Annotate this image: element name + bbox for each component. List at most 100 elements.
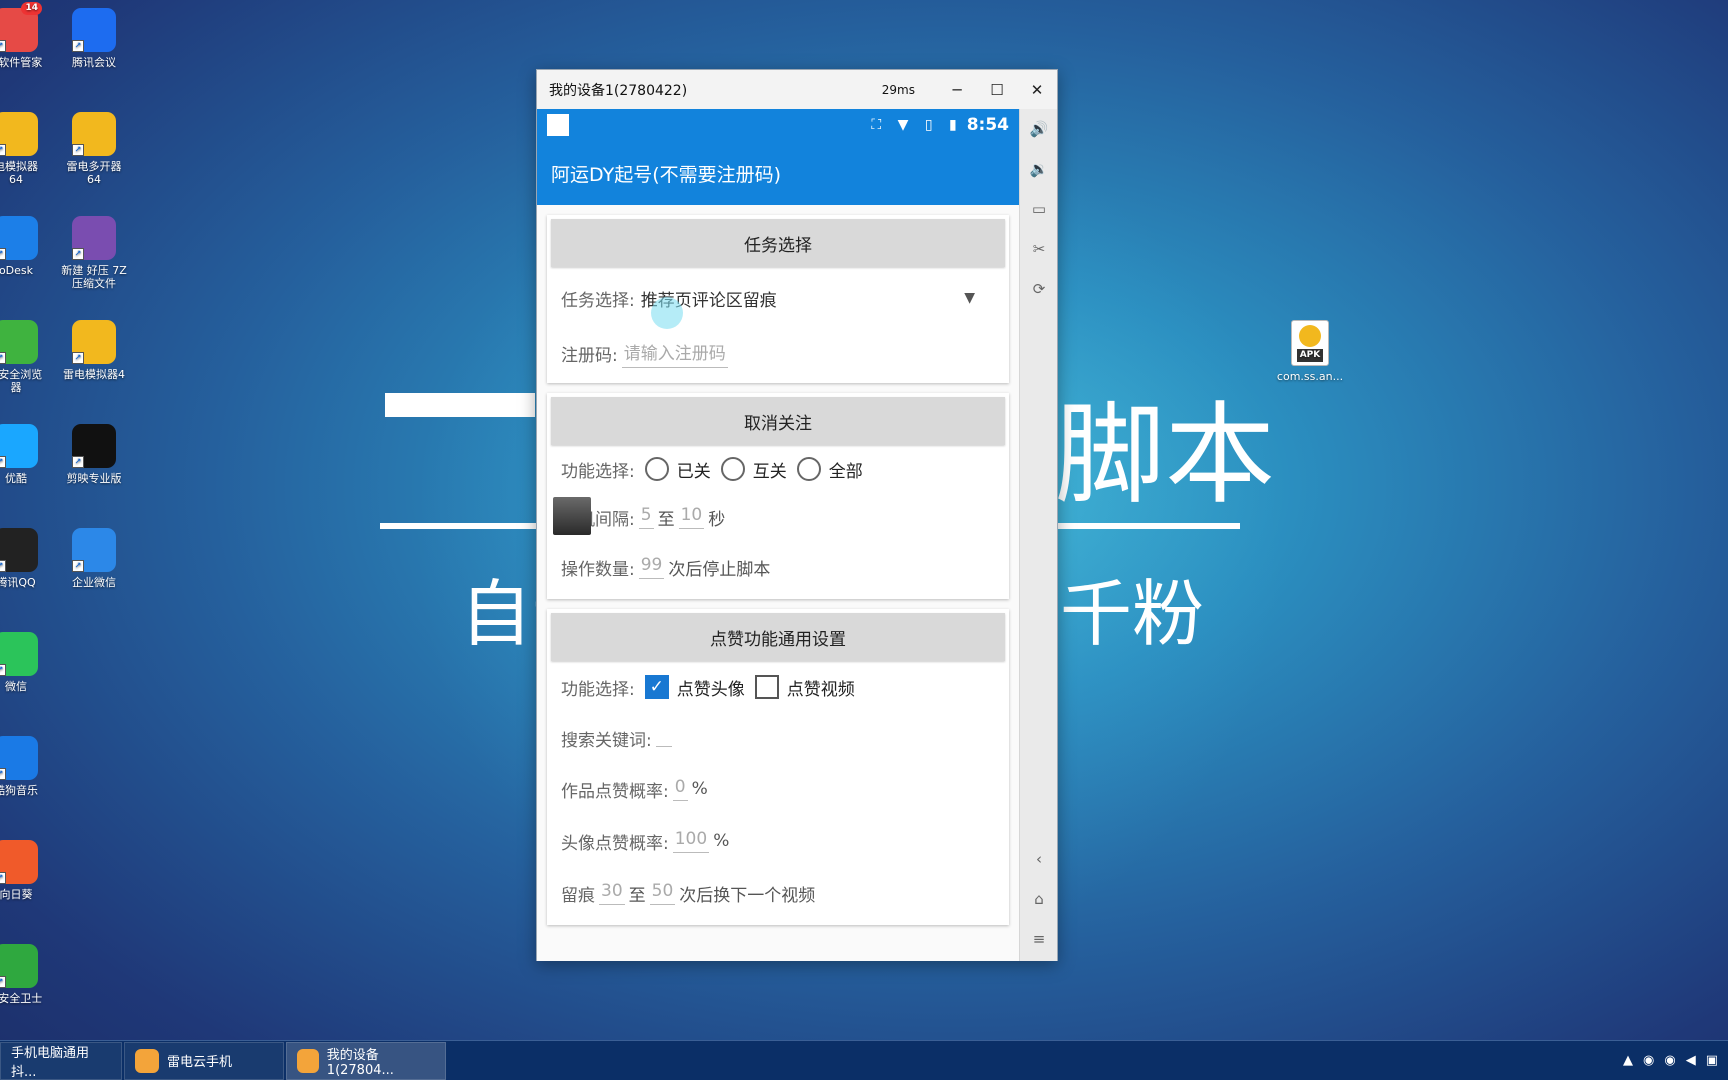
like-card: 点赞功能通用设置 功能选择: ✓ 点赞头像 点赞视频 搜索关键词: 作品点赞概率:… bbox=[547, 609, 1009, 925]
count-input[interactable]: 99 bbox=[638, 555, 665, 579]
app-icon: ↗ bbox=[0, 632, 38, 676]
desktop-icon[interactable]: ↗ 14 D软件管家 bbox=[0, 2, 54, 69]
desktop-icon-label: 电模拟器 64 bbox=[0, 160, 38, 186]
like-video-checkbox[interactable] bbox=[754, 675, 779, 699]
trace-suffix: 次后换下一个视频 bbox=[679, 885, 816, 906]
touch-cursor-indicator bbox=[651, 297, 683, 329]
app-icon: ↗ bbox=[72, 528, 116, 572]
like-section-header[interactable]: 点赞功能通用设置 bbox=[551, 613, 1005, 661]
desktop-icon[interactable]: ↗ D安全卫士 bbox=[0, 944, 54, 1005]
ping-indicator: 29ms bbox=[881, 82, 915, 97]
tray-qq-icon[interactable]: ◉ bbox=[1643, 1053, 1654, 1068]
like-func-row: 功能选择: ✓ 点赞头像 点赞视频 bbox=[551, 661, 1005, 713]
taskbar-item-label: 我的设备1(27804... bbox=[326, 1047, 394, 1078]
apk-glyph-icon: APK bbox=[1291, 320, 1329, 366]
apk-file-icon[interactable]: APK com.ss.an... bbox=[1272, 320, 1348, 383]
desktop-icon-label: D安全卫士 bbox=[0, 992, 43, 1005]
scissors-icon[interactable]: ✂ bbox=[1020, 229, 1058, 269]
leidian-app-icon bbox=[135, 1048, 159, 1073]
task-select-row[interactable]: 任务选择: 推荐页评论区留痕 ▼ bbox=[551, 267, 1005, 329]
trace-max-input[interactable]: 50 bbox=[649, 881, 676, 905]
radio-mutual[interactable] bbox=[720, 457, 745, 481]
desktop-icon[interactable]: ↗ 电模拟器 64 bbox=[0, 112, 54, 186]
desktop-icon[interactable]: ↗ 新建 好压 7Z 压缩文件 bbox=[56, 216, 132, 290]
task-card: 任务选择 任务选择: 推荐页评论区留痕 ▼ 注册码: 请输入注册码 bbox=[547, 215, 1009, 383]
shortcut-arrow-icon: ↗ bbox=[72, 40, 84, 52]
minimize-button[interactable]: ─ bbox=[937, 70, 977, 109]
avatar-rate-input[interactable]: 100 bbox=[672, 829, 710, 853]
volume-up-icon[interactable]: 🔊 bbox=[1020, 109, 1058, 149]
shortcut-arrow-icon: ↗ bbox=[0, 976, 6, 988]
app-icon: ↗ bbox=[72, 8, 116, 52]
menu-icon[interactable]: ≡ bbox=[1020, 919, 1058, 959]
desktop-icon-label: oDesk bbox=[0, 264, 34, 277]
shortcut-arrow-icon: ↗ bbox=[0, 40, 6, 52]
window-titlebar[interactable]: 我的设备1(2780422) 29ms ─ ☐ ✕ bbox=[537, 70, 1057, 109]
shortcut-arrow-icon: ↗ bbox=[0, 768, 6, 780]
desktop-icon[interactable]: ↗ 雷电多开器 64 bbox=[56, 112, 132, 186]
desktop-icon[interactable]: ↗ 雷电模拟器4 bbox=[56, 320, 132, 381]
shortcut-arrow-icon: ↗ bbox=[0, 872, 6, 884]
desktop-icon[interactable]: ↗ 剪映专业版 bbox=[56, 424, 132, 485]
interval-min-input[interactable]: 5 bbox=[638, 505, 654, 529]
work-rate-percent: % bbox=[691, 779, 708, 799]
trace-label: 留痕 bbox=[561, 885, 595, 906]
tray-chevron-icon[interactable]: ▲ bbox=[1623, 1053, 1633, 1068]
desktop-icon-label: D软件管家 bbox=[0, 56, 43, 69]
keyword-input[interactable] bbox=[655, 729, 672, 747]
radio-followed[interactable] bbox=[644, 457, 669, 481]
unfollow-func-label: 功能选择: bbox=[561, 461, 635, 482]
volume-down-icon[interactable]: 🔉 bbox=[1020, 149, 1058, 189]
taskbar-item-device[interactable]: 我的设备1(27804... bbox=[286, 1041, 446, 1080]
like-avatar-checkbox[interactable]: ✓ bbox=[644, 675, 669, 699]
desktop-icon[interactable]: ↗ 腾讯QQ bbox=[0, 528, 54, 589]
radio-all[interactable] bbox=[796, 457, 821, 481]
tray-qq2-icon[interactable]: ◉ bbox=[1664, 1053, 1675, 1068]
task-section-header[interactable]: 任务选择 bbox=[551, 219, 1005, 267]
reg-code-input[interactable]: 请输入注册码 bbox=[621, 339, 728, 368]
work-rate-input[interactable]: 0 bbox=[672, 777, 688, 801]
desktop-icon[interactable]: ↗ D安全浏览 器 bbox=[0, 320, 54, 394]
status-icons: ⛶ ▼ ▯ ▮ bbox=[871, 117, 963, 133]
taskbar-item-douyin[interactable]: 手机电脑通用抖... bbox=[0, 1041, 122, 1080]
desktop-icon-label: 向日葵 bbox=[0, 888, 33, 901]
trace-to: 至 bbox=[628, 885, 646, 906]
desktop-icon[interactable]: ↗ oDesk bbox=[0, 216, 54, 277]
close-button[interactable]: ✕ bbox=[1017, 70, 1057, 109]
shortcut-arrow-icon: ↗ bbox=[0, 144, 6, 156]
background-text-script: 脚本 bbox=[1055, 391, 1275, 519]
interval-max-input[interactable]: 10 bbox=[678, 505, 705, 529]
desktop-icon[interactable]: ↗ 向日葵 bbox=[0, 840, 54, 901]
maximize-button[interactable]: ☐ bbox=[977, 70, 1017, 109]
notification-badge: 14 bbox=[21, 2, 42, 15]
desktop-icon[interactable]: ↗ 腾讯会议 bbox=[56, 8, 132, 69]
desktop-icon[interactable]: ↗ 企业微信 bbox=[56, 528, 132, 589]
radio-followed-label: 已关 bbox=[676, 461, 711, 482]
shortcut-arrow-icon: ↗ bbox=[0, 560, 6, 572]
tray-volume-icon[interactable]: ◀ bbox=[1686, 1053, 1696, 1068]
unfollow-section-header[interactable]: 取消关注 bbox=[551, 397, 1005, 445]
desktop-icon-label: D安全浏览 器 bbox=[0, 368, 43, 394]
tray-network-icon[interactable]: ▣ bbox=[1706, 1053, 1718, 1068]
trace-row: 留痕 30 至 50 次后换下一个视频 bbox=[551, 867, 1005, 919]
shortcut-arrow-icon: ↗ bbox=[0, 248, 6, 260]
floating-avatar-thumbnail[interactable] bbox=[553, 497, 591, 535]
count-row: 操作数量: 99 次后停止脚本 bbox=[551, 541, 1005, 593]
back-icon[interactable]: ‹ bbox=[1020, 839, 1058, 879]
home-icon[interactable]: ⌂ bbox=[1020, 879, 1058, 919]
radio-mutual-label: 互关 bbox=[752, 461, 787, 482]
desktop-icon[interactable]: ↗ 微信 bbox=[0, 632, 54, 693]
dropdown-arrow-icon[interactable]: ▼ bbox=[964, 290, 975, 306]
count-label: 操作数量: bbox=[561, 559, 635, 580]
app-title-bar: 阿运DY起号(不需要注册码) bbox=[537, 141, 1019, 205]
folder-icon[interactable]: ▭ bbox=[1020, 189, 1058, 229]
desktop-icon[interactable]: ↗ 酷狗音乐 bbox=[0, 736, 54, 797]
taskbar-item-leidian-cloud[interactable]: 雷电云手机 bbox=[124, 1041, 284, 1080]
desktop-icon[interactable]: ↗ 优酷 bbox=[0, 424, 54, 485]
interval-to: 至 bbox=[657, 509, 675, 530]
app-icon: ↗ bbox=[0, 944, 38, 988]
desktop-icon-label: 新建 好压 7Z 压缩文件 bbox=[61, 264, 127, 290]
rotate-icon[interactable]: ⟳ bbox=[1020, 269, 1058, 309]
trace-min-input[interactable]: 30 bbox=[599, 881, 625, 905]
shortcut-arrow-icon: ↗ bbox=[72, 248, 84, 260]
